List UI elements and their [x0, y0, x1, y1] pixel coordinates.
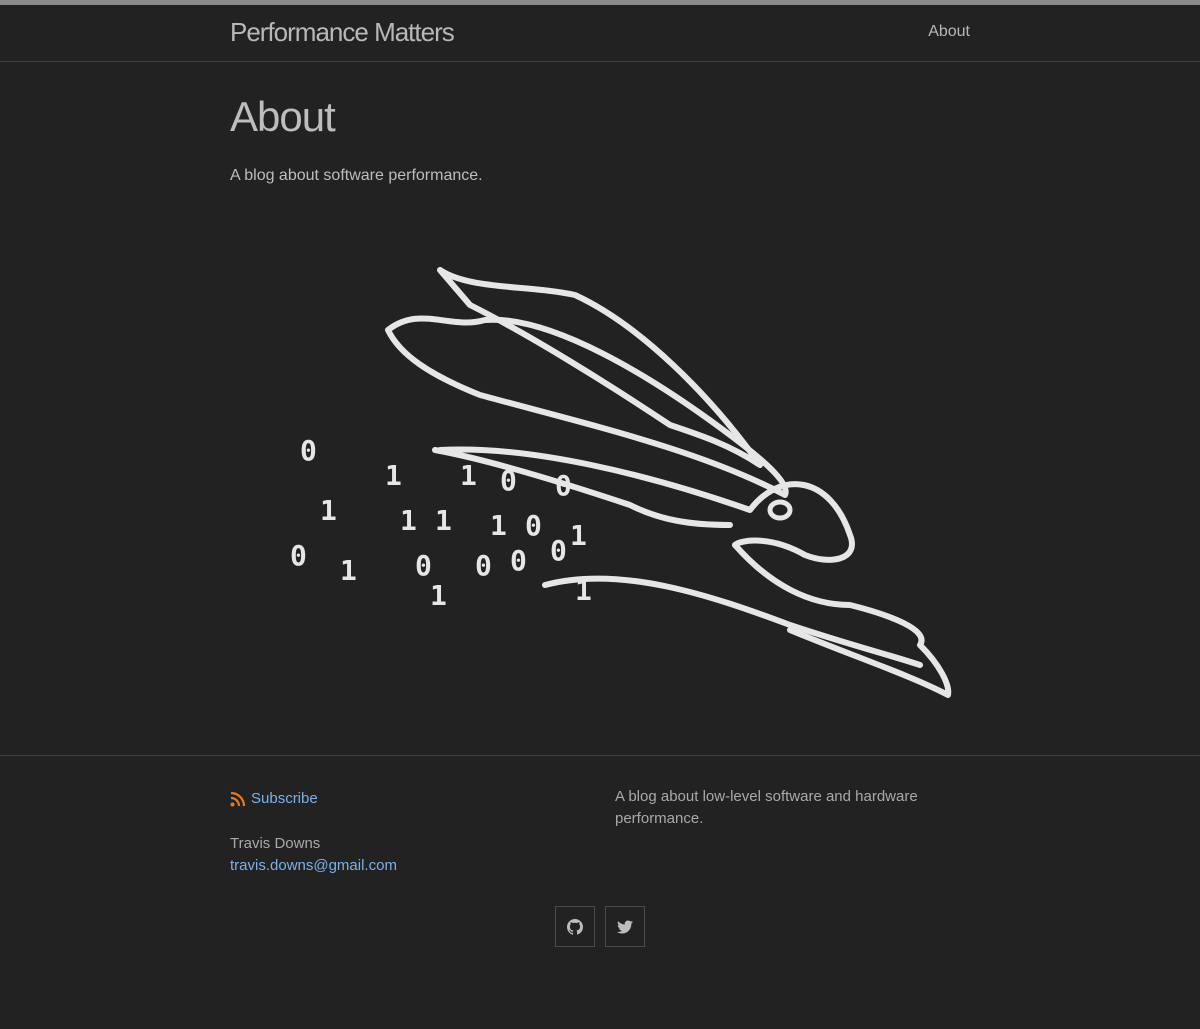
rabbit-front-ear: [385, 315, 789, 498]
site-title-link[interactable]: Performance Matters: [230, 17, 455, 48]
page-title: About: [230, 93, 336, 140]
site-header: Performance Matters About: [0, 5, 1200, 62]
binary-digit: 1: [320, 494, 337, 527]
social-links: [230, 906, 970, 947]
intro-text: A blog about software performance.: [230, 167, 483, 184]
binary-digit: 0: [475, 549, 492, 582]
email-link[interactable]: travis.downs@gmail.com: [230, 855, 600, 877]
binary-digit: 0: [510, 544, 527, 577]
nav-about-link[interactable]: About: [928, 23, 970, 41]
binary-digit: 1: [400, 504, 417, 537]
author-name: Travis Downs: [230, 835, 321, 852]
binary-digit: 1: [570, 519, 587, 552]
github-icon: [567, 918, 583, 935]
rabbit-back-ear: [437, 267, 763, 468]
footer-left-column: Subscribe Travis Downs travis.downs@gmai…: [230, 790, 600, 877]
footer-description: A blog about low-level software and hard…: [615, 788, 918, 827]
footer-columns: Subscribe Travis Downs travis.downs@gmai…: [230, 756, 970, 896]
subscribe-link[interactable]: Subscribe: [230, 790, 600, 807]
main-content: About A blog about software performance.…: [230, 62, 970, 755]
binary-digit: 1: [490, 509, 507, 542]
rabbit-belly: [542, 575, 923, 668]
binary-digit: 0: [500, 464, 517, 497]
binary-digit: 1: [575, 574, 592, 607]
binary-digit: 0: [550, 534, 567, 567]
github-button[interactable]: [555, 906, 595, 947]
footer-wrapper: Subscribe Travis Downs travis.downs@gmai…: [230, 756, 970, 947]
binary-digit: 1: [435, 504, 452, 537]
rabbit-eye: [767, 499, 793, 521]
binary-digit: 0: [555, 469, 572, 502]
rabbit-front-leg: [732, 542, 952, 698]
twitter-icon: [617, 920, 633, 933]
binary-digit: 1: [460, 459, 477, 492]
binary-digit: 1: [385, 459, 402, 492]
binary-digit: 0: [300, 434, 317, 467]
rss-icon: [230, 791, 246, 806]
binary-digit: 0: [415, 549, 432, 582]
binary-digit: 0: [525, 509, 542, 542]
binary-digit: 1: [340, 554, 357, 587]
site-footer: Subscribe Travis Downs travis.downs@gmai…: [0, 755, 1200, 984]
rabbit-illustration: 01 1 0 01 1 1 1 0 10 1 0 0 0 01 1: [290, 267, 952, 698]
subscribe-label: Subscribe: [251, 790, 318, 807]
binary-digit: 1: [430, 579, 447, 612]
twitter-button[interactable]: [605, 906, 645, 947]
binary-digit: 0: [290, 539, 307, 572]
